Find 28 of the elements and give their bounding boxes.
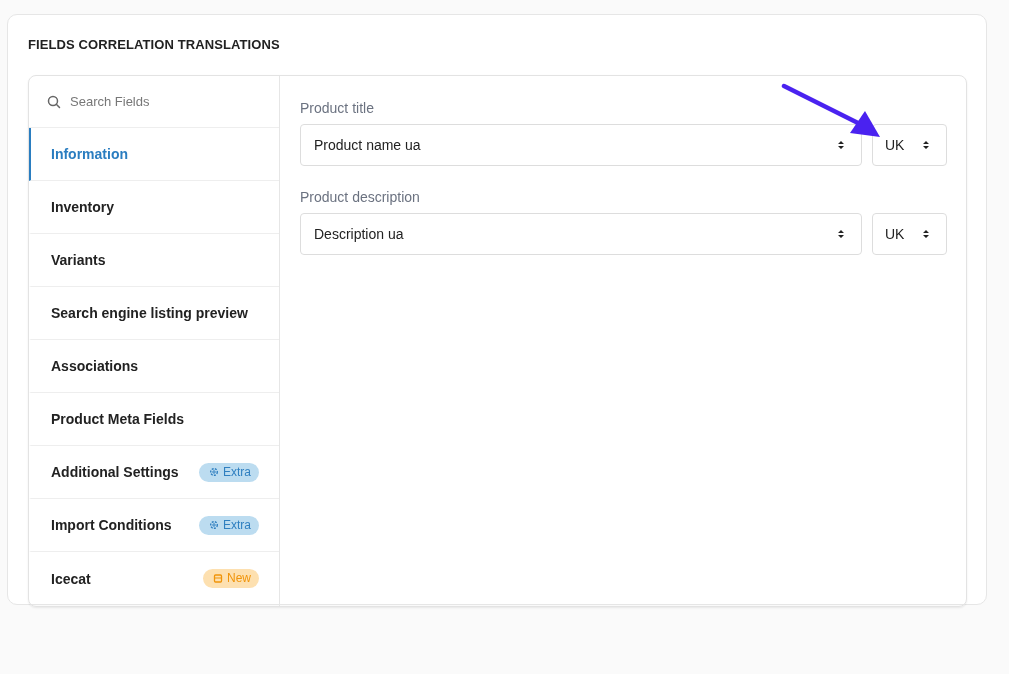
badge: Extra [199, 515, 259, 535]
language-select[interactable]: UK [872, 124, 947, 166]
select-field[interactable]: Product name ua [300, 124, 862, 166]
search-field[interactable]: Search Fields [29, 76, 279, 128]
caret-icon [837, 228, 845, 240]
field-label: Product title [300, 100, 375, 116]
sidebar-item[interactable]: Associations [29, 340, 279, 393]
sidebar-item[interactable]: Variants [29, 234, 279, 287]
caret-icon [922, 139, 930, 151]
caret-icon [837, 139, 845, 151]
box-icon [213, 573, 223, 583]
field-label: Product description [300, 189, 421, 205]
search-icon [47, 94, 61, 109]
sidebar-item[interactable]: Icecat New [29, 552, 279, 605]
sidebar-item[interactable]: Additional Settings Extra [29, 446, 279, 499]
select-field[interactable]: Description ua [300, 213, 862, 255]
gear-icon [209, 519, 219, 530]
badge: Extra [199, 462, 259, 482]
badge: New [203, 569, 259, 588]
caret-icon [922, 228, 930, 240]
sidebar-item[interactable]: Product Meta Fields [29, 393, 279, 446]
section-title: FIELDS CORRELATION TRANSLATIONS [28, 37, 281, 52]
gear-icon [209, 466, 219, 477]
sidebar-item[interactable]: Import Conditions Extra [29, 499, 279, 552]
sidebar-item[interactable]: Information [29, 128, 279, 181]
language-select[interactable]: UK [872, 213, 947, 255]
sidebar-item[interactable]: Search engine listing preview [29, 287, 279, 340]
sidebar-item[interactable]: Inventory [29, 181, 279, 234]
